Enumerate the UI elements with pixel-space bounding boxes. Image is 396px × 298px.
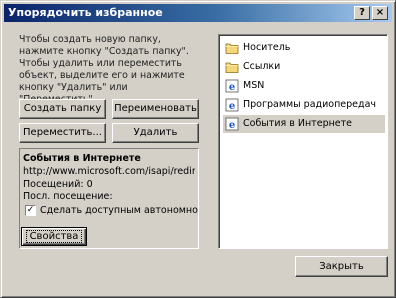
close-label: Закрыть	[319, 261, 364, 272]
ie-link-icon: e	[225, 98, 239, 112]
list-item-label: Носитель	[243, 42, 291, 53]
properties-label: Свойства	[25, 230, 83, 243]
list-item[interactable]: e MSN	[223, 77, 385, 95]
instructions-text: Чтобы создать новую папку, нажмите кнопк…	[19, 34, 189, 105]
delete-label: Удалить	[133, 127, 178, 138]
details-panel: События в Интернете http://www.microsoft…	[19, 148, 199, 249]
rename-button[interactable]: Переименовать	[112, 99, 199, 119]
title-bar[interactable]: Упорядочить избранное ? ×	[4, 4, 392, 22]
list-item-label: События в Интернете	[243, 118, 353, 129]
folder-icon	[225, 43, 239, 54]
list-item-label: MSN	[243, 80, 265, 91]
rename-label: Переименовать	[114, 103, 197, 114]
close-button[interactable]: Закрыть	[295, 256, 388, 277]
create-folder-label: Создать папку	[23, 103, 102, 114]
delete-button[interactable]: Удалить	[112, 123, 199, 143]
move-label: Переместить...	[23, 127, 102, 138]
list-item-selected[interactable]: e События в Интернете	[223, 115, 385, 133]
list-item[interactable]: Ссылки	[223, 58, 385, 76]
offline-checkbox[interactable]: ✓	[25, 205, 36, 216]
details-last-visit: Посл. посещение:	[23, 191, 113, 202]
offline-checkbox-label[interactable]: Сделать доступным автономно	[40, 205, 198, 216]
ie-link-icon: e	[225, 117, 239, 131]
details-url: http://www.microsoft.com/isapi/redir.dll…	[23, 166, 195, 177]
favorites-list[interactable]: Носитель Ссылки e MSN e Программы радиоп…	[218, 34, 388, 249]
properties-button[interactable]: Свойства	[21, 227, 87, 246]
details-name: События в Интернете	[23, 153, 141, 164]
svg-text:e: e	[229, 101, 235, 112]
list-item[interactable]: e Программы радиопередач	[223, 96, 385, 114]
close-window-button[interactable]: ×	[372, 6, 388, 20]
window-title: Упорядочить избранное	[8, 6, 163, 19]
ie-link-icon: e	[225, 79, 239, 93]
list-item[interactable]: Носитель	[223, 39, 385, 57]
list-item-label: Программы радиопередач	[243, 99, 377, 110]
move-button[interactable]: Переместить...	[19, 123, 106, 143]
folder-icon	[225, 62, 239, 73]
create-folder-button[interactable]: Создать папку	[19, 99, 106, 119]
help-button[interactable]: ?	[354, 6, 370, 20]
organize-favorites-dialog: Упорядочить избранное ? × Чтобы создать …	[0, 0, 396, 298]
details-visits: Посещений: 0	[23, 179, 93, 190]
list-item-label: Ссылки	[243, 61, 281, 72]
svg-text:e: e	[229, 82, 235, 93]
svg-text:e: e	[229, 120, 235, 131]
